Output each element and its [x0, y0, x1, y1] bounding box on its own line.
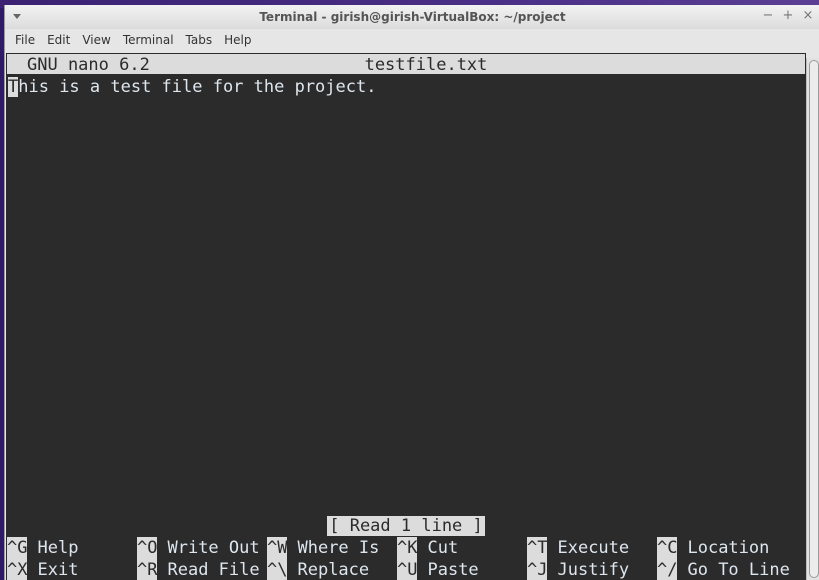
window-title: Terminal - girish@girish-VirtualBox: ~/p…	[259, 10, 566, 24]
shortcut-key: ^G	[7, 537, 28, 559]
shortcut-label: Location	[687, 538, 770, 558]
shortcut-label: Read File	[167, 560, 260, 580]
menu-view[interactable]: View	[76, 33, 116, 47]
shortcut-label: Paste	[427, 560, 479, 580]
shortcut-bar: ^G Help ^O Write Out ^W Where Is ^K Cut ^T Ex…	[7, 537, 806, 580]
shortcut-justify: ^J Justify	[527, 559, 657, 580]
shortcut-read-file: ^R Read File	[137, 559, 267, 580]
shortcut-label: Where Is	[297, 538, 380, 558]
terminal-window: Terminal - girish@girish-VirtualBox: ~/p…	[4, 5, 819, 580]
shortcut-cut: ^K Cut	[397, 537, 527, 559]
menu-help[interactable]: Help	[218, 33, 257, 47]
shortcut-key: ^R	[137, 559, 158, 580]
shortcut-key: ^X	[7, 559, 28, 580]
status-line: [ Read 1 line ]	[6, 516, 806, 536]
nano-filename: testfile.txt	[364, 55, 488, 75]
editor-content[interactable]: This is a test file for the project.	[8, 76, 806, 98]
menu-file[interactable]: File	[9, 33, 41, 47]
shortcut-label: Exit	[37, 560, 79, 580]
shortcut-label: Replace	[297, 560, 370, 580]
vertical-scrollbar[interactable]	[806, 58, 819, 580]
shortcut-row-1: ^G Help ^O Write Out ^W Where Is ^K Cut ^T Ex…	[7, 537, 806, 559]
shortcut-key: ^T	[527, 537, 548, 559]
shortcut-where-is: ^W Where Is	[267, 537, 397, 559]
shortcut-label: Execute	[557, 538, 630, 558]
shortcut-location: ^C Location	[657, 537, 787, 559]
shortcut-exit: ^X Exit	[7, 559, 137, 580]
shortcut-key: ^U	[397, 559, 418, 580]
shortcut-paste: ^U Paste	[397, 559, 527, 580]
shortcut-key: ^/	[657, 559, 678, 580]
scrollbar-thumb[interactable]	[809, 60, 819, 578]
shortcut-key: ^K	[397, 537, 418, 559]
file-line-1: his is a test file for the project.	[18, 77, 377, 97]
shortcut-label: Go To Line	[687, 560, 790, 580]
shortcut-key: ^W	[267, 537, 288, 559]
shortcut-key: ^J	[527, 559, 548, 580]
terminal-area[interactable]: GNU nano 6.2 testfile.txt This is a test…	[6, 53, 806, 580]
shortcut-help: ^G Help	[7, 537, 137, 559]
shortcut-label: Cut	[427, 538, 459, 558]
shortcut-label: Write Out	[167, 538, 260, 558]
menu-edit[interactable]: Edit	[41, 33, 76, 47]
minimize-button[interactable]: −	[760, 8, 776, 23]
text-cursor: T	[8, 77, 19, 97]
shortcut-replace: ^\ Replace	[267, 559, 397, 580]
shortcut-write-out: ^O Write Out	[137, 537, 267, 559]
shortcut-label: Help	[37, 538, 79, 558]
menu-tabs[interactable]: Tabs	[180, 33, 219, 47]
shortcut-label: Justify	[557, 560, 630, 580]
shortcut-execute: ^T Execute	[527, 537, 657, 559]
shortcut-key: ^\	[267, 559, 288, 580]
menu-terminal[interactable]: Terminal	[117, 33, 180, 47]
title-bar[interactable]: Terminal - girish@girish-VirtualBox: ~/p…	[5, 5, 819, 29]
menu-bar: File Edit View Terminal Tabs Help	[5, 29, 819, 51]
maximize-button[interactable]: +	[780, 8, 796, 23]
shortcut-go-to-line: ^/ Go To Line	[657, 559, 790, 580]
shortcut-key: ^O	[137, 537, 158, 559]
close-button[interactable]: ×	[800, 8, 816, 23]
shortcut-row-2: ^X Exit ^R Read File ^\ Replace ^U Paste ^J J…	[7, 559, 806, 580]
status-message: [ Read 1 line ]	[327, 516, 485, 536]
nano-header: GNU nano 6.2 testfile.txt	[6, 53, 806, 75]
shortcut-key: ^C	[657, 537, 678, 559]
